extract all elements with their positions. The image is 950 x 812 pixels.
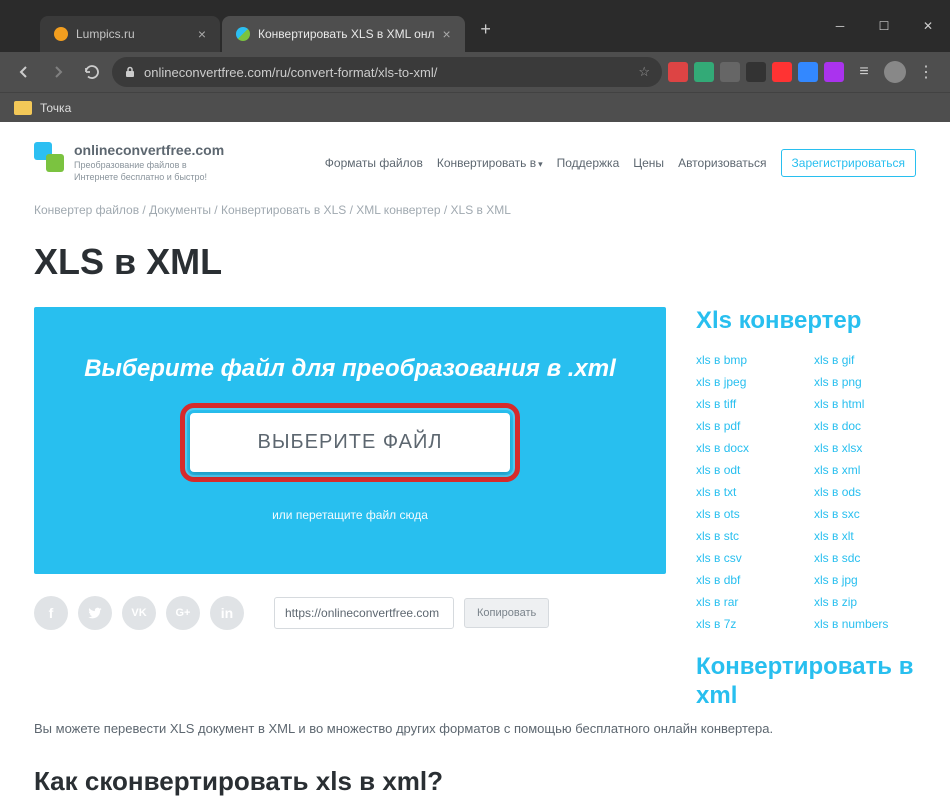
favicon (236, 27, 250, 41)
converter-link[interactable]: xls в xml (814, 463, 916, 477)
converter-link[interactable]: xls в bmp (696, 353, 798, 367)
site-logo[interactable]: onlineconvertfree.com Преобразование фай… (34, 142, 224, 183)
converter-link[interactable]: xls в stc (696, 529, 798, 543)
converter-link[interactable]: xls в csv (696, 551, 798, 565)
converter-link[interactable]: xls в rar (696, 595, 798, 609)
lock-icon (124, 66, 136, 78)
converter-link[interactable]: xls в xlt (814, 529, 916, 543)
extension-icon[interactable] (720, 62, 740, 82)
page-title: XLS в XML (20, 223, 930, 307)
menu-button[interactable]: ⋮ (912, 58, 940, 86)
extension-icon[interactable] (824, 62, 844, 82)
logo-subtitle: Преобразование файлов в Интернете беспла… (74, 160, 214, 183)
vk-icon[interactable]: VK (122, 596, 156, 630)
breadcrumb[interactable]: Конвертер файлов / Документы / Конвертир… (20, 193, 930, 223)
reading-list-icon[interactable]: ≡ (850, 58, 878, 86)
nav-convert[interactable]: Конвертировать в▾ (437, 156, 543, 170)
converter-link[interactable]: xls в docx (696, 441, 798, 455)
drag-hint: или перетащите файл сюда (58, 508, 642, 522)
close-icon[interactable]: × (442, 27, 450, 41)
converter-link[interactable]: xls в txt (696, 485, 798, 499)
dropzone-title: Выберите файл для преобразования в .xml (58, 355, 642, 383)
nav-login[interactable]: Авторизоваться (678, 156, 766, 170)
converter-link[interactable]: xls в xlsx (814, 441, 916, 455)
nav-formats[interactable]: Форматы файлов (325, 156, 423, 170)
profile-avatar[interactable] (884, 61, 906, 83)
chevron-down-icon: ▾ (538, 159, 543, 169)
converter-link[interactable]: xls в ods (814, 485, 916, 499)
linkedin-icon[interactable]: in (210, 596, 244, 630)
minimize-button[interactable]: ─ (818, 11, 862, 41)
bookmark-label[interactable]: Точка (40, 101, 71, 115)
converter-link[interactable]: xls в html (814, 397, 916, 411)
converter-link[interactable]: xls в pdf (696, 419, 798, 433)
tab-title: Конвертировать XLS в XML онл (258, 27, 434, 41)
logo-icon (34, 142, 64, 172)
reload-button[interactable] (78, 58, 106, 86)
extension-icon[interactable] (746, 62, 766, 82)
converter-link[interactable]: xls в gif (814, 353, 916, 367)
sidebar-heading-2: Конвертировать в xml (696, 653, 916, 711)
address-bar[interactable]: onlineconvertfree.com/ru/convert-format/… (112, 57, 662, 87)
url-text: onlineconvertfree.com/ru/convert-format/… (144, 65, 437, 80)
extension-icon[interactable] (668, 62, 688, 82)
description-text: Вы можете перевести XLS документ в XML и… (20, 711, 930, 740)
twitter-icon[interactable] (78, 596, 112, 630)
converter-link[interactable]: xls в sdc (814, 551, 916, 565)
converter-link[interactable]: xls в zip (814, 595, 916, 609)
extension-icon[interactable] (694, 62, 714, 82)
converter-link[interactable]: xls в jpeg (696, 375, 798, 389)
section-heading: Как сконвертировать xls в xml? (20, 740, 930, 797)
maximize-button[interactable]: ☐ (862, 11, 906, 41)
converter-link[interactable]: xls в 7z (696, 617, 798, 631)
converter-link[interactable]: xls в png (814, 375, 916, 389)
bookmark-folder-icon[interactable] (14, 101, 32, 115)
copy-button[interactable]: Копировать (464, 598, 549, 628)
forward-button[interactable] (44, 58, 72, 86)
converter-link[interactable]: xls в doc (814, 419, 916, 433)
converter-link[interactable]: xls в dbf (696, 573, 798, 587)
register-button[interactable]: Зарегистрироваться (781, 149, 916, 177)
converter-link[interactable]: xls в odt (696, 463, 798, 477)
tab-title: Lumpics.ru (76, 27, 135, 41)
converter-link[interactable]: xls в jpg (814, 573, 916, 587)
sidebar-heading: Xls конвертер (696, 307, 916, 335)
close-icon[interactable]: × (198, 27, 206, 41)
favicon (54, 27, 68, 41)
converter-link[interactable]: xls в sxc (814, 507, 916, 521)
choose-file-button[interactable]: ВЫБЕРИТЕ ФАЙЛ (190, 413, 511, 472)
new-tab-button[interactable]: + (473, 16, 499, 42)
browser-tab-active[interactable]: Конвертировать XLS в XML онл × (222, 16, 465, 52)
nav-support[interactable]: Поддержка (557, 156, 620, 170)
close-window-button[interactable]: ✕ (906, 11, 950, 41)
converter-link[interactable]: xls в ots (696, 507, 798, 521)
googleplus-icon[interactable]: G+ (166, 596, 200, 630)
converter-link[interactable]: xls в numbers (814, 617, 916, 631)
facebook-icon[interactable]: f (34, 596, 68, 630)
upload-dropzone[interactable]: Выберите файл для преобразования в .xml … (34, 307, 666, 574)
converter-link[interactable]: xls в tiff (696, 397, 798, 411)
back-button[interactable] (10, 58, 38, 86)
nav-prices[interactable]: Цены (633, 156, 664, 170)
extension-icon[interactable] (772, 62, 792, 82)
logo-title: onlineconvertfree.com (74, 142, 224, 158)
extension-icon[interactable] (798, 62, 818, 82)
browser-tab[interactable]: Lumpics.ru × (40, 16, 220, 52)
share-url-input[interactable] (274, 597, 454, 629)
